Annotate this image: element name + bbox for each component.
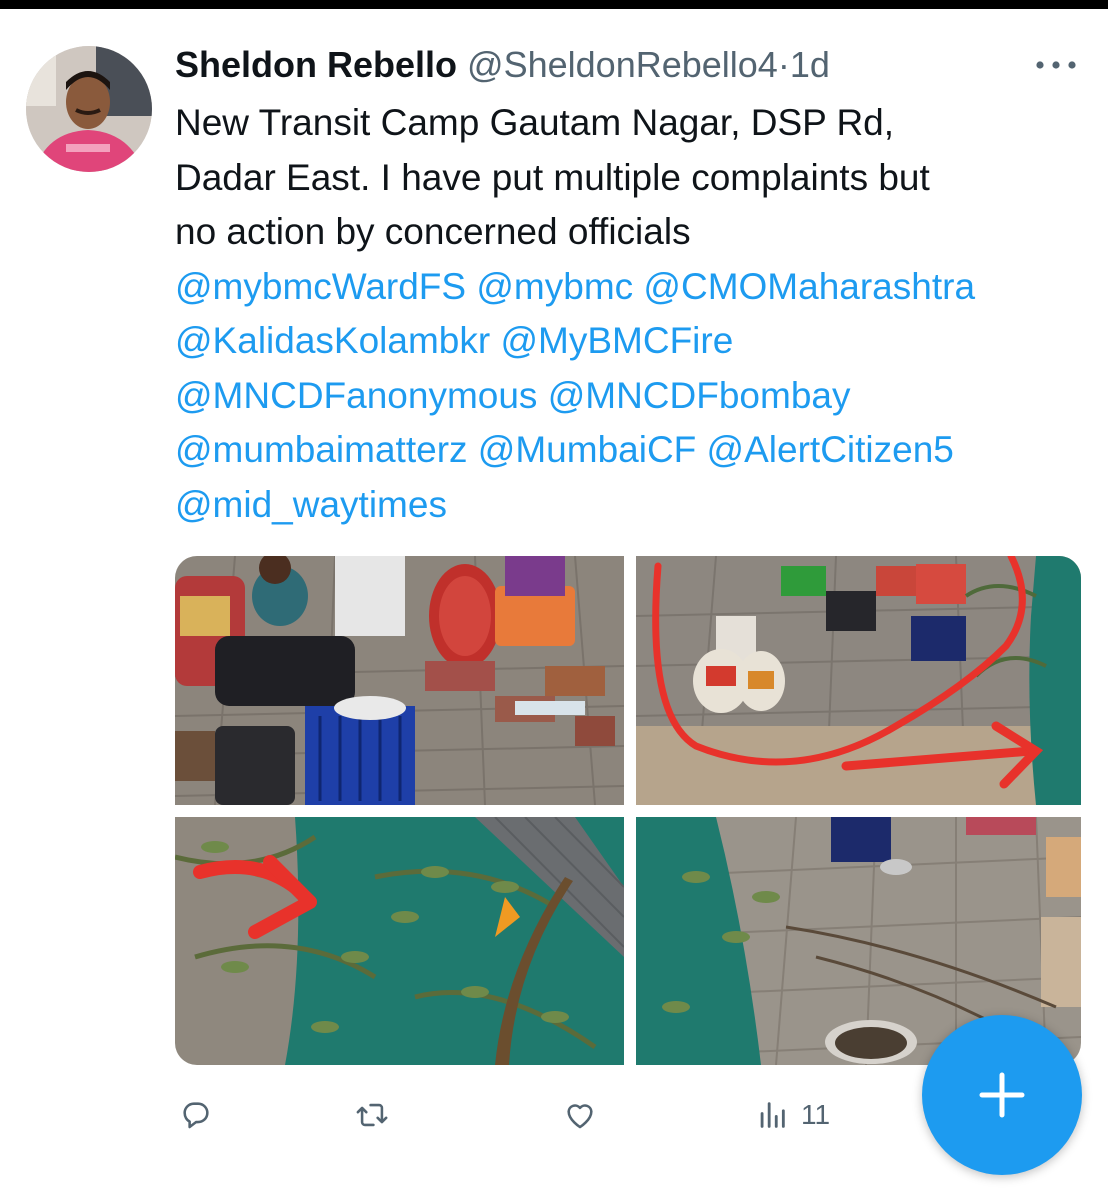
media-photo-2[interactable] <box>636 556 1081 805</box>
avatar-photo <box>26 46 152 172</box>
media-grid <box>175 556 1081 1065</box>
header-separator: · <box>777 44 790 85</box>
tweet-actions: 11 <box>175 1090 895 1140</box>
tweet-text-line: New Transit Camp Gautam Nagar, DSP Rd, <box>175 102 895 143</box>
compose-button[interactable] <box>922 1015 1082 1175</box>
tweet-text-line: no action by concerned officials <box>175 211 691 252</box>
mention-line[interactable]: @mybmcWardFS @mybmc @CMOMaharashtra <box>175 260 1085 315</box>
avatar[interactable] <box>26 46 152 172</box>
views-icon <box>760 1102 785 1128</box>
author-name[interactable]: Sheldon Rebello <box>175 44 457 85</box>
reply-button[interactable] <box>179 1090 213 1140</box>
tweet-text: New Transit Camp Gautam Nagar, DSP Rd, D… <box>175 96 1085 532</box>
mention-line[interactable]: @MNCDFanonymous @MNCDFbombay <box>175 369 1085 424</box>
retweet-button[interactable] <box>355 1090 389 1140</box>
like-button[interactable] <box>563 1090 597 1140</box>
tweet-timestamp[interactable]: 1d <box>790 44 830 85</box>
heart-icon <box>567 1104 593 1129</box>
plus-icon <box>979 1072 1025 1118</box>
tweet-header: Sheldon Rebello @SheldonRebello4·1d <box>175 40 1085 90</box>
author-handle[interactable]: @SheldonRebello4 <box>467 44 778 85</box>
more-options-icon[interactable] <box>1032 50 1080 80</box>
tweet-text-line: Dadar East. I have put multiple complain… <box>175 156 930 198</box>
mention-line[interactable]: @mid_waytimes <box>175 478 1085 533</box>
media-photo-3[interactable] <box>175 817 624 1065</box>
views-button[interactable]: 11 <box>755 1090 830 1140</box>
reply-icon <box>183 1102 209 1129</box>
media-photo-1[interactable] <box>175 556 624 805</box>
retweet-icon <box>356 1103 388 1127</box>
mention-line[interactable]: @mumbaimatterz @MumbaiCF @AlertCitizen5 <box>175 423 1085 478</box>
status-bar-edge <box>0 0 1108 9</box>
mention-line[interactable]: @KalidasKolambkr @MyBMCFire <box>175 314 1085 369</box>
views-count: 11 <box>801 1099 831 1130</box>
